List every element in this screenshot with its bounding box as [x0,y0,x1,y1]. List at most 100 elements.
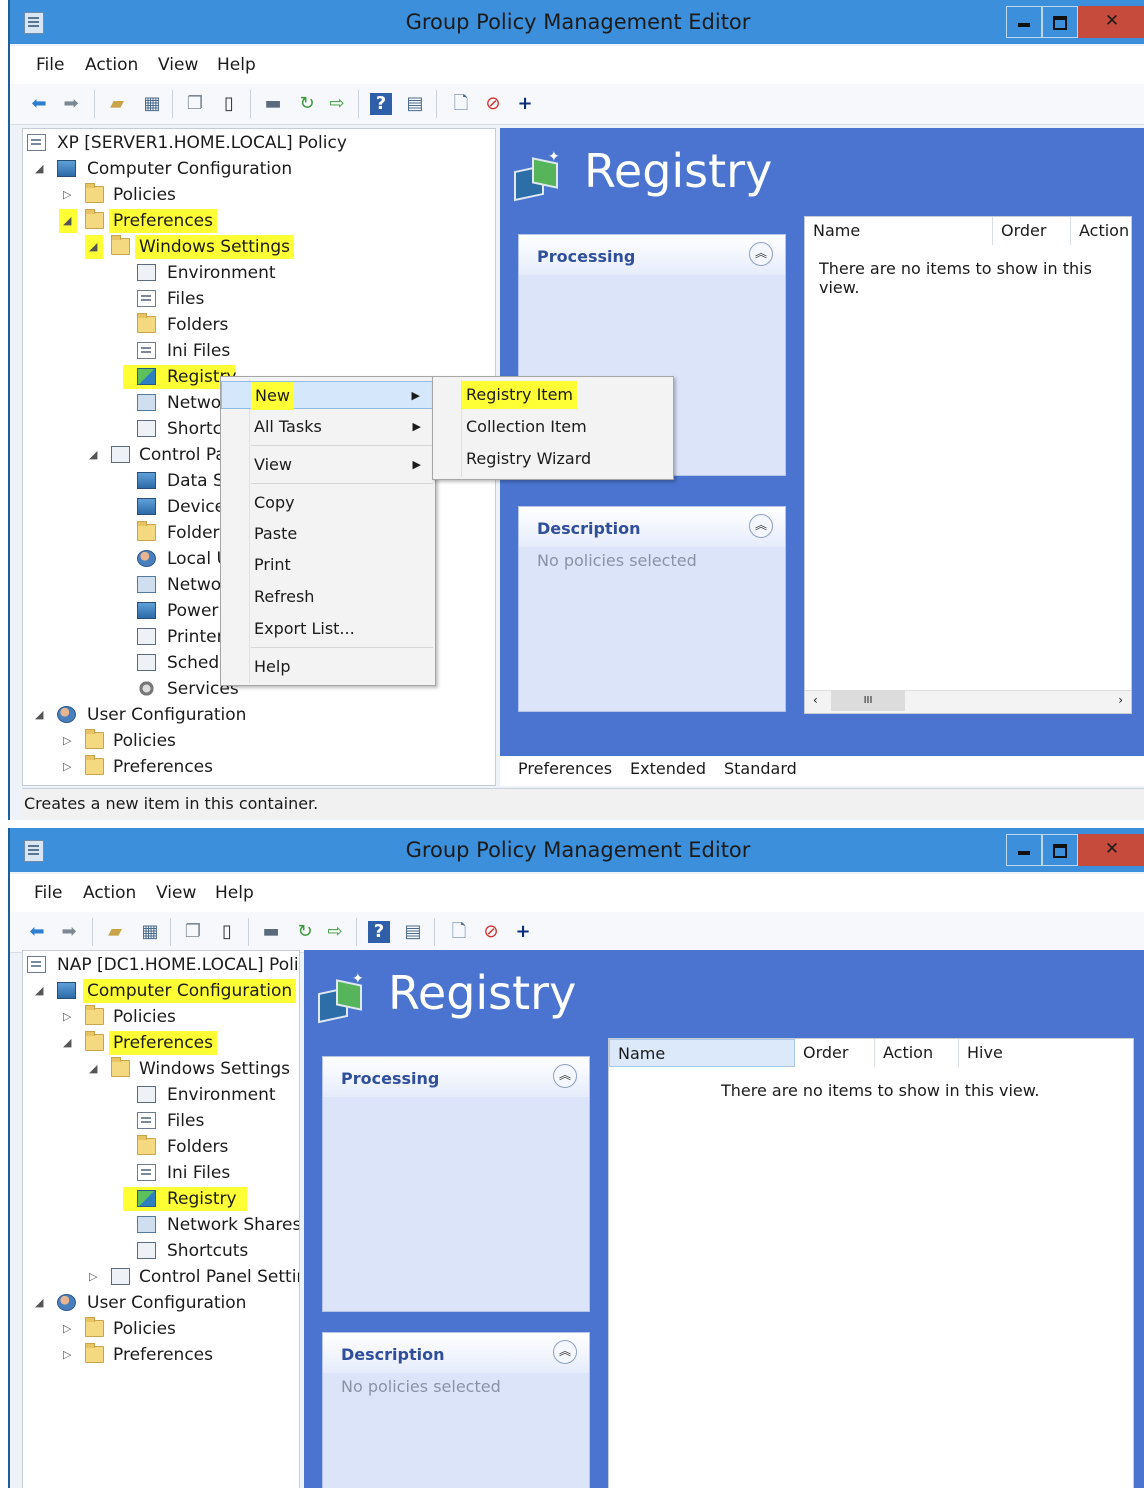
column-header-action[interactable]: Action [1071,217,1131,245]
menu-item-help[interactable]: Help [221,653,435,681]
menu-item-export-list[interactable]: Export List... [221,615,435,643]
menu-file[interactable]: File [34,883,62,903]
menu-bar: File Action View Help [10,874,1144,912]
column-header-order[interactable]: Order [993,217,1071,245]
title-bar: Group Policy Management Editor ✕ [10,828,1144,872]
new-submenu: Registry Item Collection Item Registry W… [432,376,674,480]
status-text: Creates a new item in this container. [24,794,319,813]
tab-preferences[interactable]: Preferences [518,759,612,778]
print-icon[interactable]: ▬ [260,921,282,943]
menu-item-print[interactable]: Print [221,551,435,579]
forward-icon[interactable]: ➡ [60,93,82,115]
status-bar: Creates a new item in this container. [22,788,1144,819]
menu-help[interactable]: Help [217,55,256,75]
collapse-chevron-icon[interactable]: ︽ [553,1340,577,1364]
column-header-name[interactable]: Name [609,1039,795,1067]
gpme-window-2: Group Policy Management Editor ✕ File Ac… [8,828,1144,1488]
context-menu: New ▶ All Tasks ▶ View ▶ Copy Paste Print R… [220,376,436,686]
column-header-hive[interactable]: Hive [959,1039,1049,1067]
description-title: Description [537,519,641,538]
refresh-icon[interactable]: ↻ [296,93,318,115]
description-text: No policies selected [537,551,697,570]
collapse-chevron-icon[interactable]: ︽ [749,242,773,266]
menu-view[interactable]: View [156,883,196,903]
menu-view[interactable]: View [158,55,198,75]
scroll-left-icon[interactable]: ‹ [813,693,818,707]
stop-icon[interactable]: ⊘ [480,921,502,943]
properties-icon[interactable]: ▤ [404,93,426,115]
menu-action[interactable]: Action [83,883,136,903]
help-icon[interactable]: ? [368,921,390,943]
column-header-name[interactable]: Name [805,217,993,245]
close-button[interactable]: ✕ [1078,6,1144,38]
maximize-button[interactable] [1042,6,1078,38]
print-icon[interactable]: ▬ [262,93,284,115]
preview-icon[interactable]: 🗋 [448,921,470,943]
toolbar: ⬅ ➡ ▰ ▦ ❐ ▯ ▬ ↻ ⇨ ? ▤ 🗋 ⊘ + [10,84,1144,125]
empty-message: There are no items to show in this view. [721,1081,1040,1100]
tab-standard[interactable]: Standard [724,759,797,778]
back-icon[interactable]: ⬅ [26,921,48,943]
close-button[interactable]: ✕ [1078,834,1144,866]
up-folder-icon[interactable]: ▰ [106,93,128,115]
tree-registry[interactable]: Registry [123,1187,247,1211]
menu-help[interactable]: Help [215,883,254,903]
scroll-right-icon[interactable]: › [1118,693,1123,707]
show-hide-tree-icon[interactable]: ▦ [139,921,161,943]
menu-item-collection-item[interactable]: Collection Item [433,413,673,441]
forward-icon[interactable]: ➡ [58,921,80,943]
column-header-action[interactable]: Action [875,1039,959,1067]
processing-title: Processing [341,1069,440,1088]
minimize-button[interactable] [1006,6,1042,38]
menu-action[interactable]: Action [85,55,138,75]
items-list[interactable]: Name Order Action Hive There are no item… [608,1038,1134,1488]
collapse-chevron-icon[interactable]: ︽ [553,1064,577,1088]
description-text: No policies selected [341,1377,501,1396]
help-icon[interactable]: ? [370,93,392,115]
minimize-button[interactable] [1006,834,1042,866]
add-icon[interactable]: + [514,93,536,115]
copy-icon[interactable]: ❐ [182,921,204,943]
console-tree: NAP [DC1.HOME.LOCAL] Polic ◢ Computer Con… [22,950,300,1488]
show-hide-tree-icon[interactable]: ▦ [141,93,163,115]
scroll-thumb[interactable]: III [831,691,905,711]
window-title: Group Policy Management Editor [405,838,751,862]
menu-item-paste[interactable]: Paste [221,520,435,548]
window-title: Group Policy Management Editor [405,10,751,34]
export-icon[interactable]: ⇨ [324,921,346,943]
view-tabs: Preferences Extended Standard [500,756,1144,786]
menu-item-registry-wizard[interactable]: Registry Wizard [433,445,673,473]
menu-file[interactable]: File [36,55,64,75]
registry-icon: ✦ [318,972,368,1024]
toolbar: ⬅ ➡ ▰ ▦ ❐ ▯ ▬ ↻ ⇨ ? ▤ 🗋 ⊘ + [10,912,1144,953]
preview-icon[interactable]: 🗋 [450,93,472,115]
menu-item-refresh[interactable]: Refresh [221,583,435,611]
horizontal-scrollbar[interactable]: ‹ III › [805,690,1131,713]
title-bar: Group Policy Management Editor ✕ [10,0,1144,44]
refresh-icon[interactable]: ↻ [294,921,316,943]
menu-item-registry-item[interactable]: Registry Item [433,381,673,409]
collapse-chevron-icon[interactable]: ︽ [749,514,773,538]
copy-icon[interactable]: ❐ [184,93,206,115]
tree-registry[interactable]: Registry [123,365,237,389]
pane-heading: Registry [388,966,577,1020]
pane-heading: Registry [584,144,773,198]
add-icon[interactable]: + [512,921,534,943]
properties-icon[interactable]: ▤ [402,921,424,943]
items-list[interactable]: Name Order Action There are no items to … [804,216,1132,714]
export-icon[interactable]: ⇨ [326,93,348,115]
menu-item-view[interactable]: View ▶ [221,451,435,479]
paste-icon[interactable]: ▯ [216,921,238,943]
maximize-button[interactable] [1042,834,1078,866]
menu-item-copy[interactable]: Copy [221,489,435,517]
back-icon[interactable]: ⬅ [28,93,50,115]
up-folder-icon[interactable]: ▰ [104,921,126,943]
menu-item-all-tasks[interactable]: All Tasks ▶ [221,413,435,441]
stop-icon[interactable]: ⊘ [482,93,504,115]
column-header-order[interactable]: Order [795,1039,875,1067]
empty-message: There are no items to show in this view. [819,259,1092,297]
tab-extended[interactable]: Extended [630,759,706,778]
paste-icon[interactable]: ▯ [218,93,240,115]
menu-item-new[interactable]: New ▶ [221,381,435,410]
details-pane: ✦ Registry Processing ︽ Description ︽ No… [304,950,1144,1488]
